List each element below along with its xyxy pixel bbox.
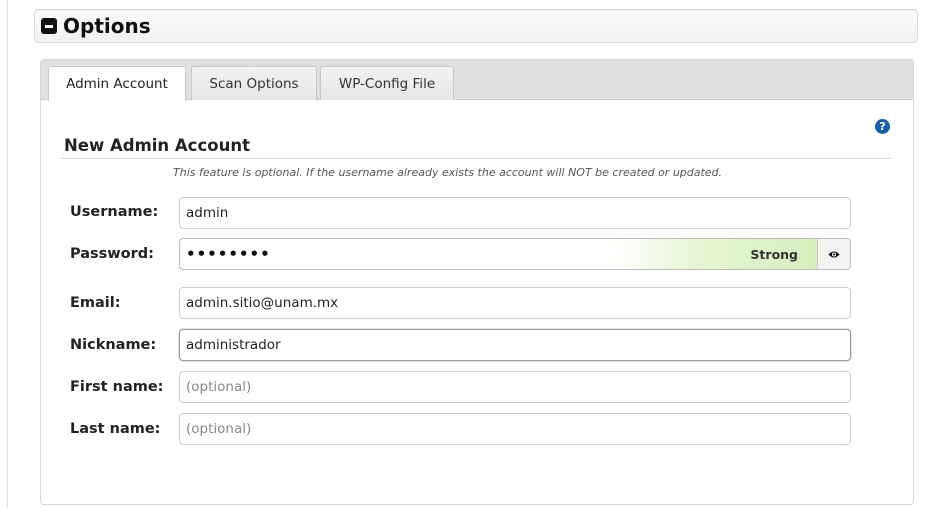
- email-label: Email:: [70, 295, 121, 311]
- password-label: Password:: [70, 246, 154, 262]
- username-label: Username:: [70, 204, 159, 220]
- options-panel: Admin Account Scan Options WP-Config Fil…: [40, 59, 914, 505]
- last-name-label: Last name:: [70, 421, 161, 437]
- options-title: Options: [63, 14, 151, 38]
- section-divider: [61, 158, 891, 159]
- password-strength-label: Strong: [750, 246, 798, 262]
- options-header[interactable]: Options: [34, 9, 918, 43]
- tab-wp-config-file[interactable]: WP-Config File: [320, 66, 454, 100]
- page-left-border: [7, 0, 8, 508]
- toggle-password-visibility-button[interactable]: [817, 239, 850, 269]
- nickname-input[interactable]: [179, 329, 851, 361]
- nickname-label: Nickname:: [70, 337, 157, 353]
- question-circle-icon[interactable]: ?: [875, 119, 890, 134]
- optional-feature-note: This feature is optional. If the usernam…: [173, 166, 723, 179]
- tab-scan-options[interactable]: Scan Options: [191, 66, 317, 100]
- password-strength-meter: Strong: [608, 239, 818, 269]
- last-name-input[interactable]: [179, 413, 851, 445]
- eye-icon: [828, 251, 840, 257]
- tab-bar: Admin Account Scan Options WP-Config Fil…: [41, 60, 913, 101]
- section-title: New Admin Account: [64, 136, 250, 155]
- password-field[interactable]: •••••••• Strong: [179, 238, 851, 270]
- first-name-input[interactable]: [179, 371, 851, 403]
- minus-square-icon[interactable]: [41, 18, 57, 34]
- username-input[interactable]: [179, 197, 851, 229]
- first-name-label: First name:: [70, 379, 164, 395]
- email-input[interactable]: [179, 287, 851, 319]
- password-masked-value: ••••••••: [186, 245, 271, 263]
- tab-admin-account[interactable]: Admin Account: [48, 66, 186, 101]
